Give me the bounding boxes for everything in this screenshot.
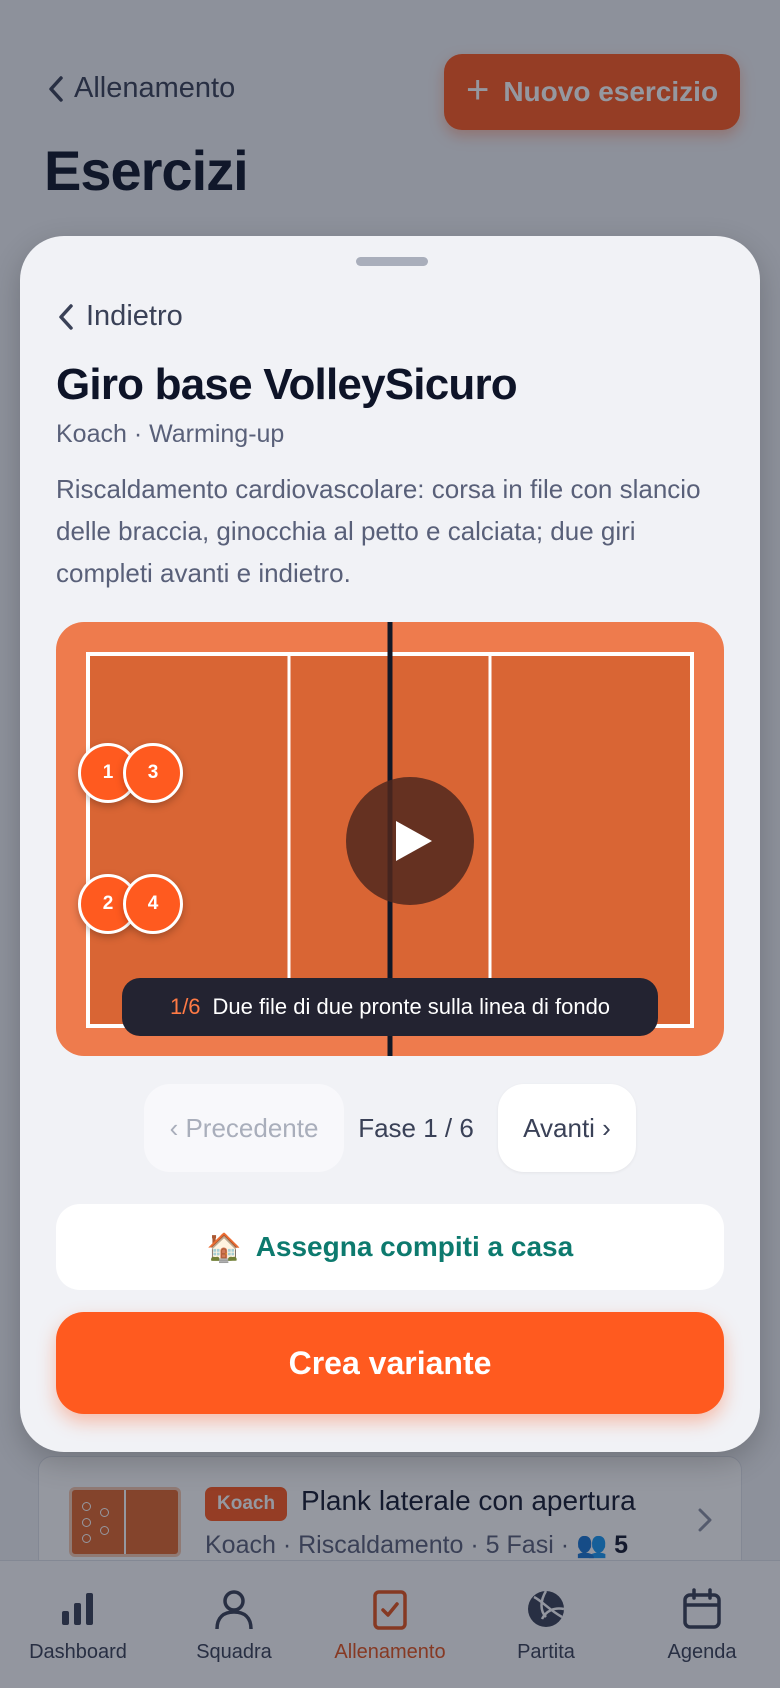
assign-homework-label: Assegna compiti a casa bbox=[255, 1231, 574, 1262]
phase-caption: 1/6 Due file di due pronte sulla linea d… bbox=[122, 978, 658, 1036]
back-label: Indietro bbox=[86, 300, 183, 332]
phase-caption-text: Due file di due pronte sulla linea di fo… bbox=[212, 994, 611, 1019]
play-icon bbox=[396, 821, 432, 861]
drag-handle[interactable] bbox=[356, 257, 428, 266]
player-marker[interactable]: 3 bbox=[123, 743, 183, 803]
court-animation[interactable]: 1 3 2 4 1/6 Due file di due pronte sulla… bbox=[56, 622, 724, 1056]
exercise-subtitle: Koach · Warming-up bbox=[56, 420, 285, 448]
previous-button[interactable]: ‹ Precedente bbox=[144, 1084, 344, 1172]
exercise-title: Giro base VolleySicuro bbox=[56, 360, 518, 409]
phase-navigation: ‹ Precedente Fase 1 / 6 Avanti › bbox=[20, 1084, 760, 1174]
player-marker[interactable]: 4 bbox=[123, 874, 183, 934]
back-link[interactable]: Indietro bbox=[56, 300, 183, 333]
chevron-left-icon bbox=[59, 303, 73, 330]
phase-indicator: Fase 1 / 6 bbox=[358, 1112, 474, 1143]
next-button[interactable]: Avanti › bbox=[498, 1084, 636, 1172]
assign-homework-button[interactable]: 🏠 Assegna compiti a casa bbox=[56, 1204, 724, 1290]
phase-step: 1/6 bbox=[169, 994, 201, 1019]
house-icon: 🏠 bbox=[206, 1231, 242, 1263]
play-button[interactable] bbox=[346, 777, 474, 905]
exercise-detail-sheet: Indietro Giro base VolleySicuro Koach · … bbox=[20, 236, 760, 1452]
create-variant-button[interactable]: Crea variante bbox=[56, 1312, 724, 1414]
exercise-description: Riscaldamento cardiovascolare: corsa in … bbox=[56, 474, 701, 588]
